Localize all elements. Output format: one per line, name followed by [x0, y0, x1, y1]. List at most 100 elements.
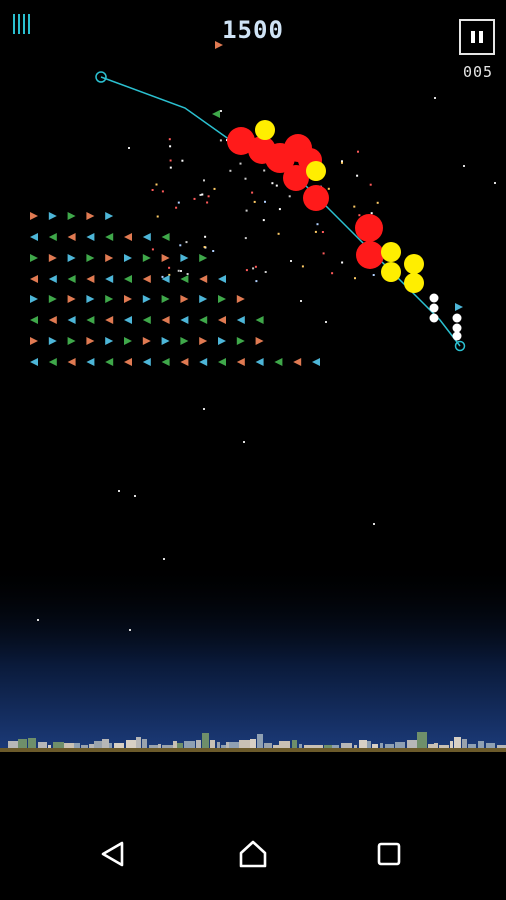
city-building: [380, 743, 383, 748]
debris-particle: [244, 177, 247, 180]
star: [37, 619, 39, 621]
debris-particle: [264, 271, 267, 273]
city-building: [53, 742, 64, 748]
debris-particle: [219, 139, 222, 142]
city-building: [229, 742, 239, 748]
game-canvas[interactable]: [0, 0, 506, 900]
debris-particle: [199, 194, 202, 196]
star: [129, 629, 131, 631]
debris-particle: [213, 187, 216, 190]
star: [220, 110, 222, 112]
debris-particle: [168, 266, 171, 269]
debris-particle: [212, 250, 215, 252]
city-building: [450, 741, 453, 748]
white-blast: [452, 323, 462, 333]
city-building: [395, 742, 405, 748]
pause-icon: [471, 31, 475, 43]
debris-particle: [263, 169, 266, 172]
debris-particle: [207, 195, 210, 198]
debris-particle: [239, 162, 242, 165]
debris-particle: [185, 241, 188, 244]
city-building: [497, 745, 506, 748]
debris-particle: [251, 191, 254, 194]
star: [434, 97, 436, 99]
debris-particle: [376, 201, 379, 204]
city-building: [239, 740, 250, 748]
city-building: [89, 744, 94, 748]
debris-particle: [203, 179, 205, 182]
city-building: [332, 745, 339, 748]
debris-particle: [301, 265, 304, 268]
debris-particle: [264, 200, 266, 203]
city-building: [341, 743, 352, 748]
city-building: [81, 745, 88, 748]
star: [203, 408, 205, 410]
debris-particle: [277, 232, 280, 235]
star: [163, 558, 165, 560]
debris-particle: [168, 138, 171, 141]
city-building: [264, 743, 272, 748]
city-building: [468, 744, 476, 748]
city-building: [445, 745, 449, 748]
debris-particle: [278, 208, 281, 211]
debris-particle: [151, 189, 154, 191]
yellow-blast: [381, 242, 401, 262]
city-building: [126, 740, 136, 748]
debris-particle: [201, 193, 204, 196]
city-building: [18, 739, 27, 748]
debris-particle: [252, 267, 255, 270]
debris-particle: [369, 183, 372, 186]
star: [118, 490, 120, 492]
debris-particle: [322, 252, 325, 255]
debris-particle: [255, 280, 258, 283]
red-blast: [356, 241, 384, 269]
debris-particle: [341, 161, 343, 164]
recents-square-icon: [377, 842, 401, 866]
city-building: [273, 745, 279, 748]
yellow-blast: [404, 254, 424, 274]
debris-particle: [175, 206, 178, 209]
pause-button[interactable]: [459, 19, 495, 55]
debris-particle: [155, 183, 158, 186]
white-blast: [452, 313, 462, 323]
debris-particle: [206, 201, 209, 204]
debris-particle: [151, 248, 154, 251]
home-icon: [239, 840, 267, 868]
city-building: [136, 737, 141, 748]
city-building: [354, 745, 357, 748]
city-building: [64, 743, 74, 748]
debris-particle: [275, 184, 278, 187]
star: [463, 165, 465, 167]
city-building: [102, 739, 109, 748]
star: [300, 300, 302, 302]
city-building: [312, 745, 323, 748]
city-building: [210, 740, 215, 748]
city-building: [299, 744, 302, 748]
city-building: [38, 742, 47, 748]
star: [373, 523, 375, 525]
city-building: [324, 745, 332, 748]
city-building: [407, 740, 417, 748]
city-building: [28, 738, 36, 748]
score-display: 1500: [222, 16, 284, 44]
debris-particle: [271, 182, 274, 185]
city-building: [48, 745, 51, 748]
debris-particle: [156, 215, 159, 218]
city-building: [292, 740, 297, 748]
star: [243, 441, 245, 443]
debris-particle: [161, 190, 164, 193]
debris-particle: [253, 200, 256, 203]
city-building: [202, 733, 209, 748]
debris-particle: [358, 214, 361, 217]
nav-recents-button[interactable]: [365, 830, 413, 878]
star: [180, 270, 182, 272]
white-blast: [429, 313, 439, 323]
horizon-glow: [0, 560, 506, 750]
debris-particle: [331, 272, 334, 275]
nav-back-button[interactable]: [89, 830, 137, 878]
nav-home-button[interactable]: [229, 830, 277, 878]
debris-particle: [321, 231, 324, 233]
debris-particle: [204, 235, 207, 238]
debris-particle: [181, 159, 184, 162]
white-blast: [429, 293, 439, 303]
